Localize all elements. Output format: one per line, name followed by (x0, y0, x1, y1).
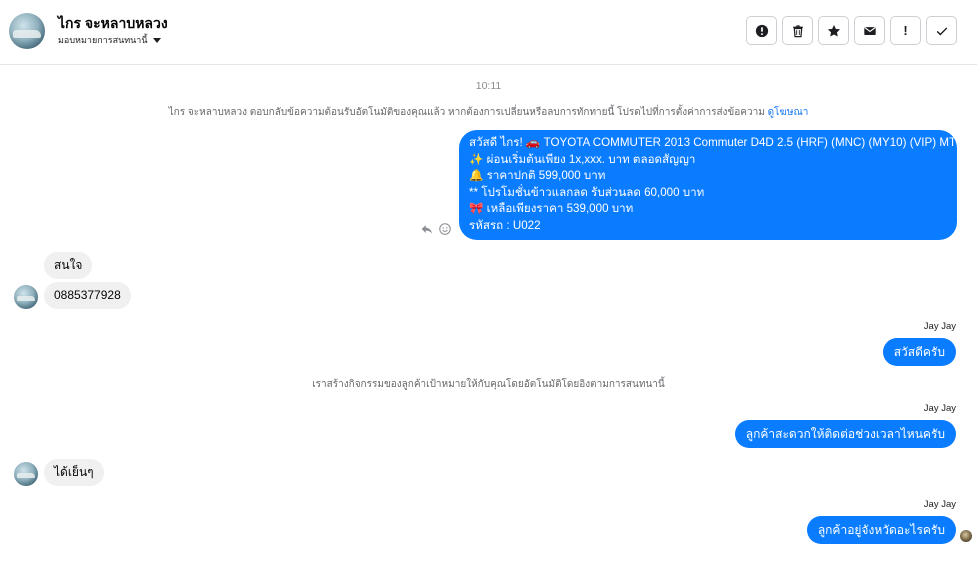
assign-label: มอบหมายการสนทนานี้ (58, 35, 148, 45)
exclamation-icon: ! (903, 23, 908, 38)
contact-avatar-small (14, 462, 38, 486)
message-timestamp: 10:11 (475, 80, 502, 92)
delete-button[interactable] (782, 16, 813, 45)
seen-indicator-avatar (960, 530, 972, 542)
trash-icon (792, 24, 803, 37)
message-actions (420, 222, 452, 236)
alert-circle-icon (755, 24, 768, 37)
star-button[interactable] (818, 16, 849, 45)
greeting-message-bubble[interactable]: สวัสดี ไกร! 🚗 TOYOTA COMMUTER 2013 Commu… (459, 130, 957, 240)
greeting-line: 🎀 เหลือเพียงราคา 539,000 บาท (469, 202, 634, 215)
contact-avatar[interactable] (9, 13, 45, 49)
greeting-line: ✨ ผ่อนเริ่มต้นเพียง 1x,xxx. บาท ตลอดสัญญ… (469, 152, 696, 166)
incoming-message-bubble[interactable]: สนใจ (44, 252, 93, 279)
view-ad-link[interactable]: ดูโฆษณา (768, 107, 809, 118)
spam-button[interactable]: ! (890, 16, 921, 45)
agent-name-label: Jay Jay (923, 499, 956, 510)
lead-activity-notice: เราสร้างกิจกรรมของลูกค้าเป้าหมายให้กับคุ… (312, 379, 665, 390)
check-icon (936, 26, 947, 35)
done-button[interactable] (926, 16, 957, 45)
outgoing-message-bubble[interactable]: ลูกค้าอยู่จังหวัดอะไรครับ (806, 516, 956, 544)
agent-name-label: Jay Jay (923, 321, 956, 332)
envelope-icon (863, 26, 876, 35)
incoming-message-bubble[interactable]: ได้เย็นๆ (44, 459, 104, 486)
star-icon (827, 24, 840, 37)
greeting-line: 🔔 ราคาปกติ 599,000 บาท (469, 169, 606, 182)
contact-avatar-small (14, 285, 38, 309)
incoming-message-bubble[interactable]: 0885377928 (44, 282, 131, 309)
mark-unread-button[interactable] (854, 16, 885, 45)
greeting-line: สวัสดี ไกร! 🚗 TOYOTA COMMUTER 2013 Commu… (469, 136, 957, 149)
outgoing-message-bubble[interactable]: สวัสดีครับ (882, 338, 956, 366)
conversation-header: ไกร จะหลาบหลวง มอบหมายการสนทนานี้ ! (0, 0, 977, 65)
assign-conversation-dropdown[interactable]: มอบหมายการสนทนานี้ (58, 33, 161, 47)
greeting-line: ** โปรโมชั่นข้าวแลกลด รับส่วนลด 60,000 บ… (469, 185, 705, 199)
auto-reply-text: ไกร จะหลาบหลวง ตอบกลับข้อความต้อนรับอัตโ… (168, 107, 765, 118)
auto-reply-notice: ไกร จะหลาบหลวง ตอบกลับข้อความต้อนรับอัตโ… (0, 105, 977, 120)
conversation-toolbar: ! (746, 16, 957, 45)
outgoing-message-bubble[interactable]: ลูกค้าสะดวกให้ติดต่อช่วงเวลาไหนครับ (734, 420, 956, 448)
caret-down-icon (152, 37, 161, 43)
conversation-view: ไกร จะหลาบหลวง มอบหมายการสนทนานี้ ! 10:1… (0, 0, 977, 570)
greeting-line: รหัสรถ : U022 (469, 218, 541, 232)
alert-button[interactable] (746, 16, 777, 45)
smiley-icon[interactable] (438, 222, 452, 236)
contact-name[interactable]: ไกร จะหลาบหลวง (58, 13, 168, 35)
agent-name-label: Jay Jay (923, 403, 956, 414)
reply-icon[interactable] (420, 222, 434, 236)
